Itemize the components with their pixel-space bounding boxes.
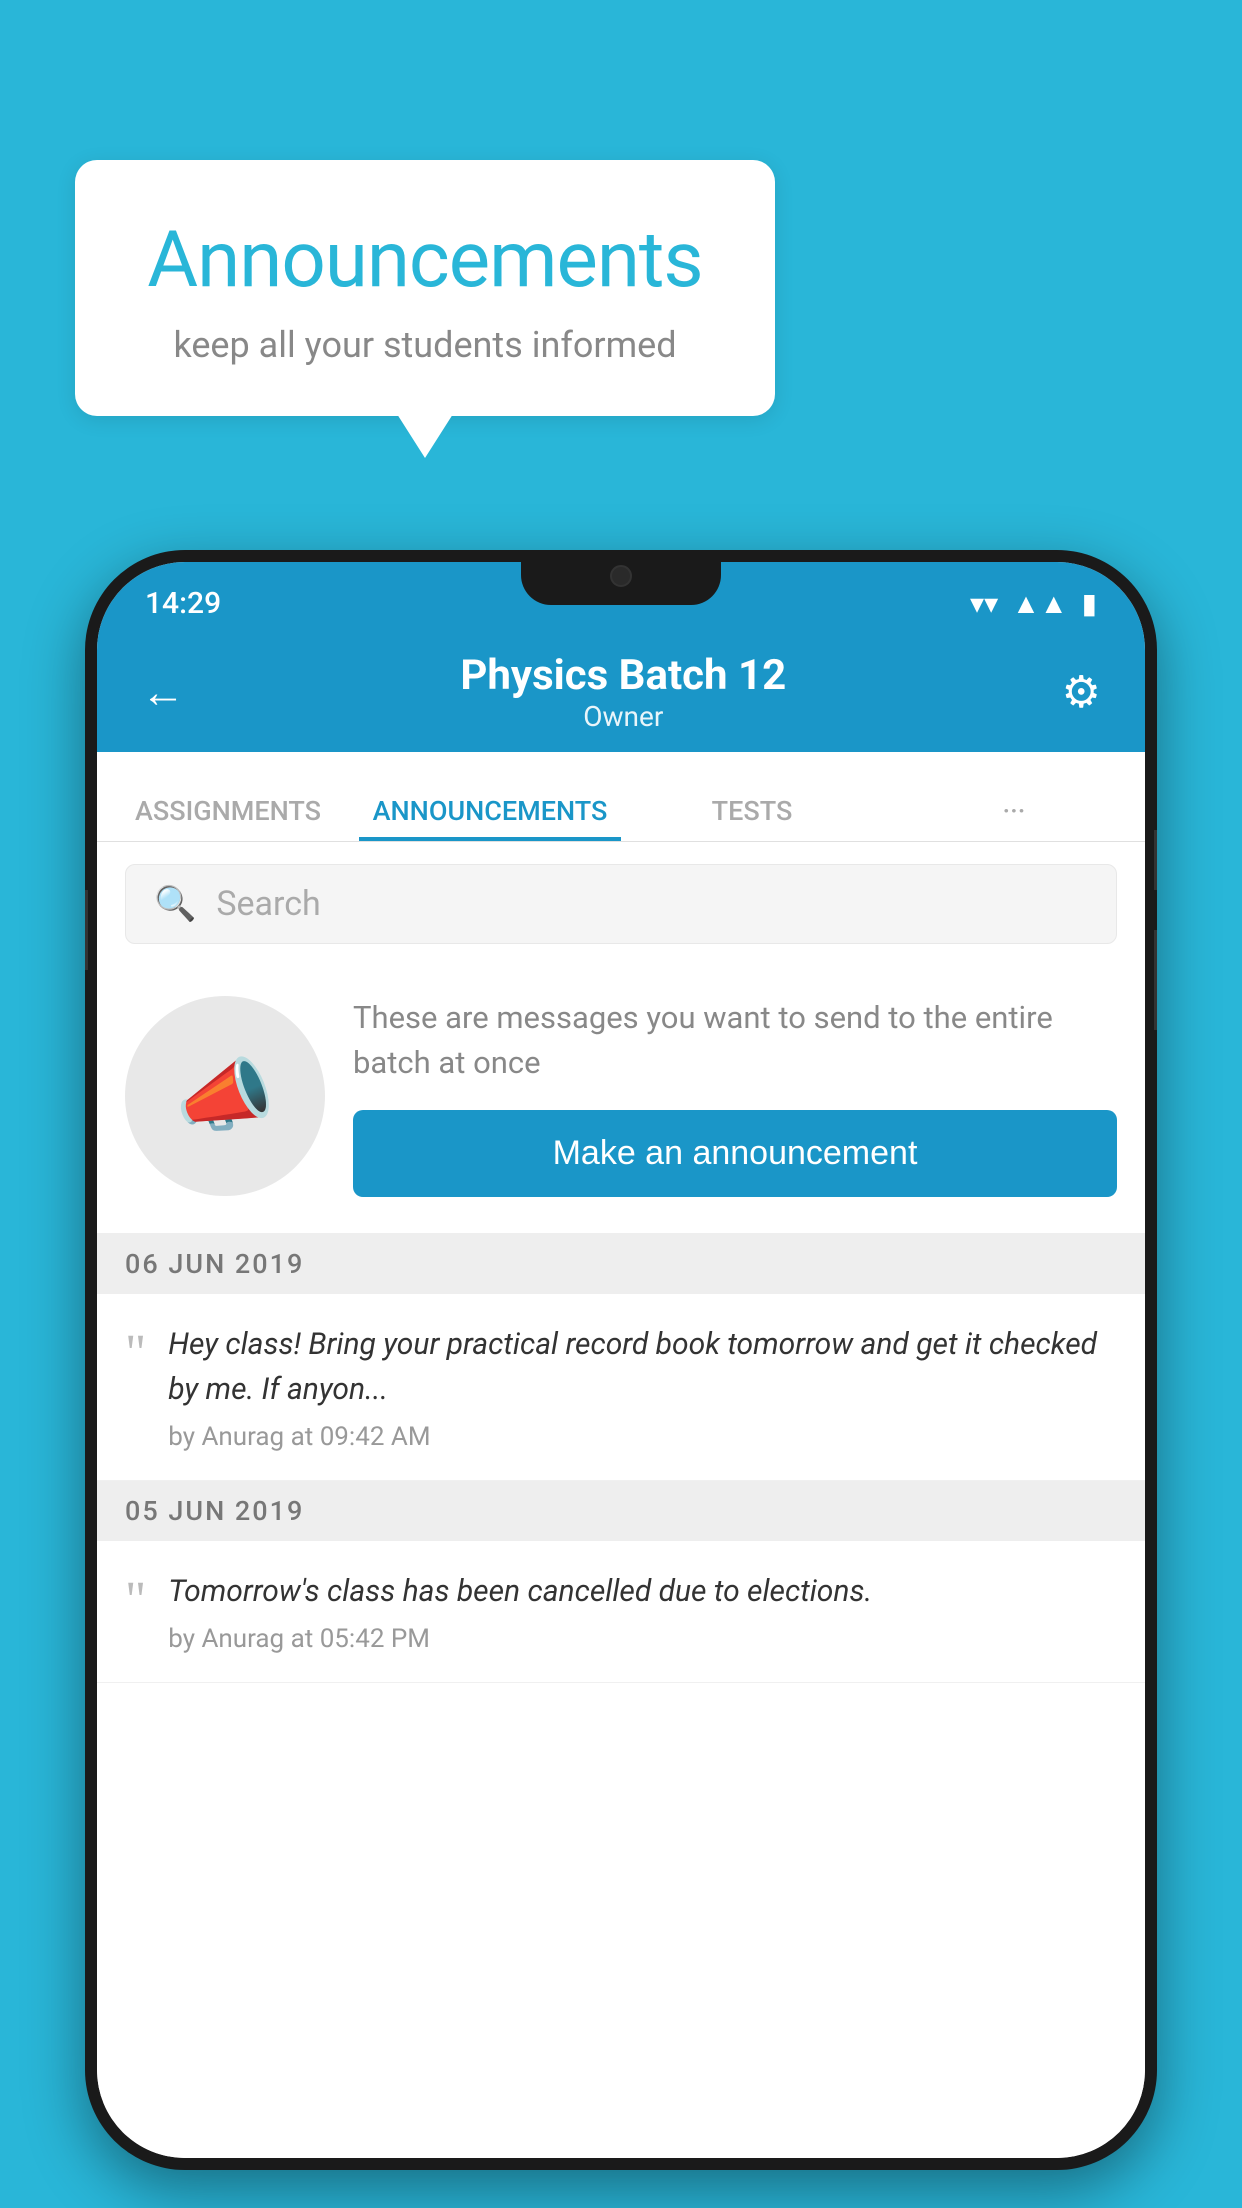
battery-icon: ▮: [1082, 587, 1097, 620]
promo-right: These are messages you want to send to t…: [353, 996, 1117, 1197]
announcement-item-1[interactable]: " Hey class! Bring your practical record…: [97, 1294, 1145, 1481]
signal-icon: ▲▲: [1012, 587, 1067, 620]
status-time: 14:29: [145, 586, 221, 621]
promo-section: 📣 These are messages you want to send to…: [97, 966, 1145, 1234]
tab-assignments[interactable]: ASSIGNMENTS: [97, 795, 359, 841]
date-separator-2: 05 JUN 2019: [97, 1481, 1145, 1541]
app-bar-center: Physics Batch 12 Owner: [460, 651, 786, 733]
announcement-content-1: Hey class! Bring your practical record b…: [168, 1322, 1117, 1452]
search-bar[interactable]: 🔍 Search: [125, 864, 1117, 944]
phone-screen: 14:29 ▾▾ ▲▲ ▮ ← Physics Batch 12 Owner ⚙…: [97, 562, 1145, 2158]
promo-text: These are messages you want to send to t…: [353, 996, 1117, 1086]
announcement-item-2[interactable]: " Tomorrow's class has been cancelled du…: [97, 1541, 1145, 1683]
bubble-title: Announcements: [135, 215, 715, 306]
date-separator-1: 06 JUN 2019: [97, 1234, 1145, 1294]
wifi-icon: ▾▾: [970, 587, 998, 620]
speech-bubble: Announcements keep all your students inf…: [75, 160, 775, 416]
search-icon: 🔍: [154, 884, 196, 924]
search-input[interactable]: Search: [216, 884, 320, 924]
announcement-text-1: Hey class! Bring your practical record b…: [168, 1322, 1117, 1412]
announcement-content-2: Tomorrow's class has been cancelled due …: [168, 1569, 1117, 1654]
quote-icon-1: ": [125, 1328, 146, 1380]
bubble-subtitle: keep all your students informed: [135, 324, 715, 366]
phone-frame: 14:29 ▾▾ ▲▲ ▮ ← Physics Batch 12 Owner ⚙…: [85, 550, 1157, 2170]
app-bar-title: Physics Batch 12: [460, 651, 786, 700]
volume-button: [85, 890, 88, 970]
tab-announcements[interactable]: ANNOUNCEMENTS: [359, 795, 621, 841]
power-button: [1154, 830, 1157, 890]
quote-icon-2: ": [125, 1575, 146, 1627]
settings-icon[interactable]: ⚙: [1062, 666, 1101, 718]
announcement-meta-2: by Anurag at 05:42 PM: [168, 1624, 1117, 1654]
power-button-2: [1154, 930, 1157, 1030]
promo-icon-circle: 📣: [125, 996, 325, 1196]
megaphone-icon: 📣: [175, 1049, 275, 1143]
tab-more[interactable]: ···: [883, 795, 1145, 841]
tab-tests[interactable]: TESTS: [621, 795, 883, 841]
content-area: 🔍 Search 📣 These are messages you want t…: [97, 842, 1145, 2158]
phone-notch: [521, 550, 721, 605]
app-bar-subtitle: Owner: [460, 700, 786, 733]
status-icons: ▾▾ ▲▲ ▮: [970, 587, 1097, 620]
app-bar: ← Physics Batch 12 Owner ⚙: [97, 632, 1145, 752]
make-announcement-button[interactable]: Make an announcement: [353, 1110, 1117, 1197]
tab-bar: ASSIGNMENTS ANNOUNCEMENTS TESTS ···: [97, 752, 1145, 842]
announcement-text-2: Tomorrow's class has been cancelled due …: [168, 1569, 1117, 1614]
back-button[interactable]: ←: [141, 666, 185, 718]
announcement-meta-1: by Anurag at 09:42 AM: [168, 1422, 1117, 1452]
camera: [610, 565, 632, 587]
